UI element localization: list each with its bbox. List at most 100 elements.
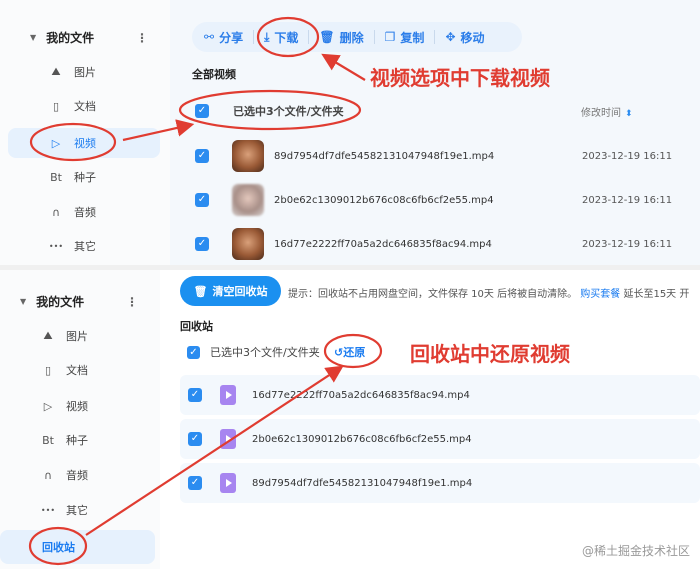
- sidebar-item-label: 音频: [66, 469, 88, 482]
- move-button[interactable]: ✥ 移动: [445, 29, 484, 46]
- table-row[interactable]: ✓ 16d77e2222ff70a5a2dc646835f8ac94.mp4 2…: [185, 224, 700, 264]
- toolbar-divider: [373, 30, 375, 44]
- my-files-header[interactable]: ▼ 我的文件 ⋮: [20, 293, 140, 310]
- more-vertical-icon[interactable]: ⋮: [126, 295, 138, 309]
- sidebar-item-audio[interactable]: ∩ 音频: [48, 202, 96, 222]
- delete-button[interactable]: 🗑 删除: [319, 29, 363, 46]
- select-all-checkbox[interactable]: ✓: [187, 345, 200, 359]
- sidebar-item-label: 种子: [66, 434, 88, 447]
- file-name[interactable]: 89d7954df7dfe54582131047948f19e1.mp4: [252, 478, 472, 489]
- trash-icon: 🗑: [319, 30, 335, 44]
- copy-label: 复制: [400, 30, 425, 45]
- my-files-label: 我的文件: [36, 295, 85, 309]
- collapse-caret-icon[interactable]: ▼: [20, 297, 26, 306]
- list-item[interactable]: ✓ 89d7954df7dfe54582131047948f19e1.mp4: [180, 463, 700, 503]
- sidebar-item-label: 其它: [66, 504, 88, 517]
- headphones-icon: ∩: [51, 205, 61, 219]
- share-button[interactable]: ⚯ 分享: [204, 29, 243, 46]
- toolbar-divider: [308, 30, 310, 44]
- share-label: 分享: [219, 30, 244, 45]
- sidebar-item-label: 视频: [66, 400, 88, 413]
- move-label: 移动: [460, 30, 485, 45]
- row-checkbox[interactable]: ✓: [195, 237, 209, 251]
- download-button[interactable]: ⤓ 下载: [264, 29, 298, 46]
- watermark: @稀土掘金技术社区: [581, 544, 690, 558]
- sidebar-item-label: 视频: [74, 137, 96, 150]
- video-thumbnail: [232, 228, 264, 260]
- table-row[interactable]: ✓ 2b0e62c1309012b676c08c6fb6cf2e55.mp4 2…: [185, 180, 700, 220]
- file-name[interactable]: 89d7954df7dfe54582131047948f19e1.mp4: [274, 151, 584, 162]
- collapse-caret-icon[interactable]: ▼: [30, 33, 36, 42]
- list-item[interactable]: ✓ 16d77e2222ff70a5a2dc646835f8ac94.mp4: [180, 375, 700, 415]
- section-title: 全部视频: [192, 68, 236, 81]
- more-dots-icon: •••: [40, 505, 56, 515]
- file-name[interactable]: 2b0e62c1309012b676c08c6fb6cf2e55.mp4: [274, 195, 584, 206]
- sidebar-item-label: 其它: [74, 240, 96, 253]
- table-row[interactable]: ✓ 89d7954df7dfe54582131047948f19e1.mp4 2…: [185, 136, 700, 176]
- document-icon: ▯: [44, 363, 52, 377]
- sidebar-item-other[interactable]: ••• 其它: [48, 236, 96, 256]
- sidebar-item-documents[interactable]: ▯ 文档: [48, 96, 96, 116]
- sidebar-item-images[interactable]: ⛰ 图片: [48, 62, 96, 82]
- delete-label: 删除: [339, 30, 364, 45]
- section-title: 回收站: [180, 320, 213, 333]
- sidebar-item-audio[interactable]: ∩ 音频: [40, 465, 88, 485]
- file-name[interactable]: 16d77e2222ff70a5a2dc646835f8ac94.mp4: [252, 390, 470, 401]
- sidebar-item-recycle-bin[interactable]: 回收站: [0, 530, 155, 564]
- sidebar-item-label: 图片: [74, 66, 96, 79]
- download-label: 下载: [274, 30, 299, 45]
- selection-count-text: 已选中3个文件/文件夹: [233, 105, 344, 118]
- download-annotation: 视频选项中下载视频: [370, 66, 550, 90]
- file-date: 2023-12-19 16:11: [582, 150, 673, 162]
- select-all-checkbox[interactable]: ✓: [195, 104, 209, 118]
- download-icon: ⤓: [264, 29, 270, 44]
- row-checkbox[interactable]: ✓: [188, 432, 202, 446]
- video-file-icon: [220, 385, 236, 405]
- hint-tail-text: 延长至15天 开: [620, 289, 690, 300]
- sidebar-item-images[interactable]: ⛰ 图片: [40, 326, 88, 346]
- my-files-label: 我的文件: [46, 31, 95, 45]
- restore-annotation: 回收站中还原视频: [410, 342, 570, 366]
- image-icon: ⛰: [43, 329, 53, 342]
- empty-recycle-bin-button[interactable]: 🗑 清空回收站: [180, 276, 281, 306]
- modified-time-label: 修改时间: [581, 108, 621, 119]
- my-files-header[interactable]: ▼ 我的文件 ⋮: [30, 29, 150, 46]
- row-checkbox[interactable]: ✓: [188, 476, 202, 490]
- row-checkbox[interactable]: ✓: [188, 388, 202, 402]
- row-checkbox[interactable]: ✓: [195, 149, 209, 163]
- modified-time-column[interactable]: 修改时间 ⬍: [581, 104, 633, 119]
- sidebar-item-label: 文档: [66, 364, 88, 377]
- buy-plan-link[interactable]: 购买套餐: [580, 289, 620, 300]
- sidebar-item-other[interactable]: ••• 其它: [40, 500, 88, 520]
- torrent-icon: Bt: [50, 170, 62, 184]
- file-name[interactable]: 2b0e62c1309012b676c08c6fb6cf2e55.mp4: [252, 434, 472, 445]
- recycle-bin-hint: 提示：回收站不占用网盘空间，文件保存 10天 后将被自动清除。 购买套餐 延长至…: [288, 285, 689, 300]
- more-dots-icon: •••: [48, 241, 64, 251]
- select-all-row: ✓ 已选中3个文件/文件夹: [187, 344, 320, 360]
- sidebar-item-documents[interactable]: ▯ 文档: [40, 360, 88, 380]
- move-icon: ✥: [445, 30, 456, 44]
- restore-button[interactable]: ↺ 还原: [334, 344, 365, 360]
- sidebar-item-videos[interactable]: ▷ 视频: [40, 396, 88, 416]
- sidebar-item-torrents[interactable]: Bt 种子: [40, 430, 88, 450]
- copy-icon: ❐: [384, 30, 396, 44]
- empty-recycle-bin-label: 清空回收站: [212, 285, 268, 298]
- row-checkbox[interactable]: ✓: [195, 193, 209, 207]
- image-icon: ⛰: [51, 65, 61, 78]
- headphones-icon: ∩: [43, 468, 53, 482]
- play-icon: ▷: [51, 136, 61, 150]
- file-date: 2023-12-19 16:11: [582, 194, 673, 206]
- file-name[interactable]: 16d77e2222ff70a5a2dc646835f8ac94.mp4: [274, 239, 584, 250]
- sidebar-item-label: 文档: [74, 100, 96, 113]
- selection-count-text: 已选中3个文件/文件夹: [210, 346, 320, 359]
- sort-icon[interactable]: ⬍: [625, 109, 633, 119]
- sidebar-item-label: 种子: [74, 171, 96, 184]
- sidebar-item-videos[interactable]: ▷ 视频: [8, 128, 160, 158]
- sidebar-item-torrents[interactable]: Bt 种子: [48, 167, 96, 187]
- trash-icon: 🗑: [193, 284, 208, 298]
- toolbar-divider: [253, 30, 255, 44]
- copy-button[interactable]: ❐ 复制: [385, 29, 425, 46]
- more-vertical-icon[interactable]: ⋮: [136, 31, 148, 45]
- list-item[interactable]: ✓ 2b0e62c1309012b676c08c6fb6cf2e55.mp4: [180, 419, 700, 459]
- sidebar-item-label: 图片: [66, 330, 88, 343]
